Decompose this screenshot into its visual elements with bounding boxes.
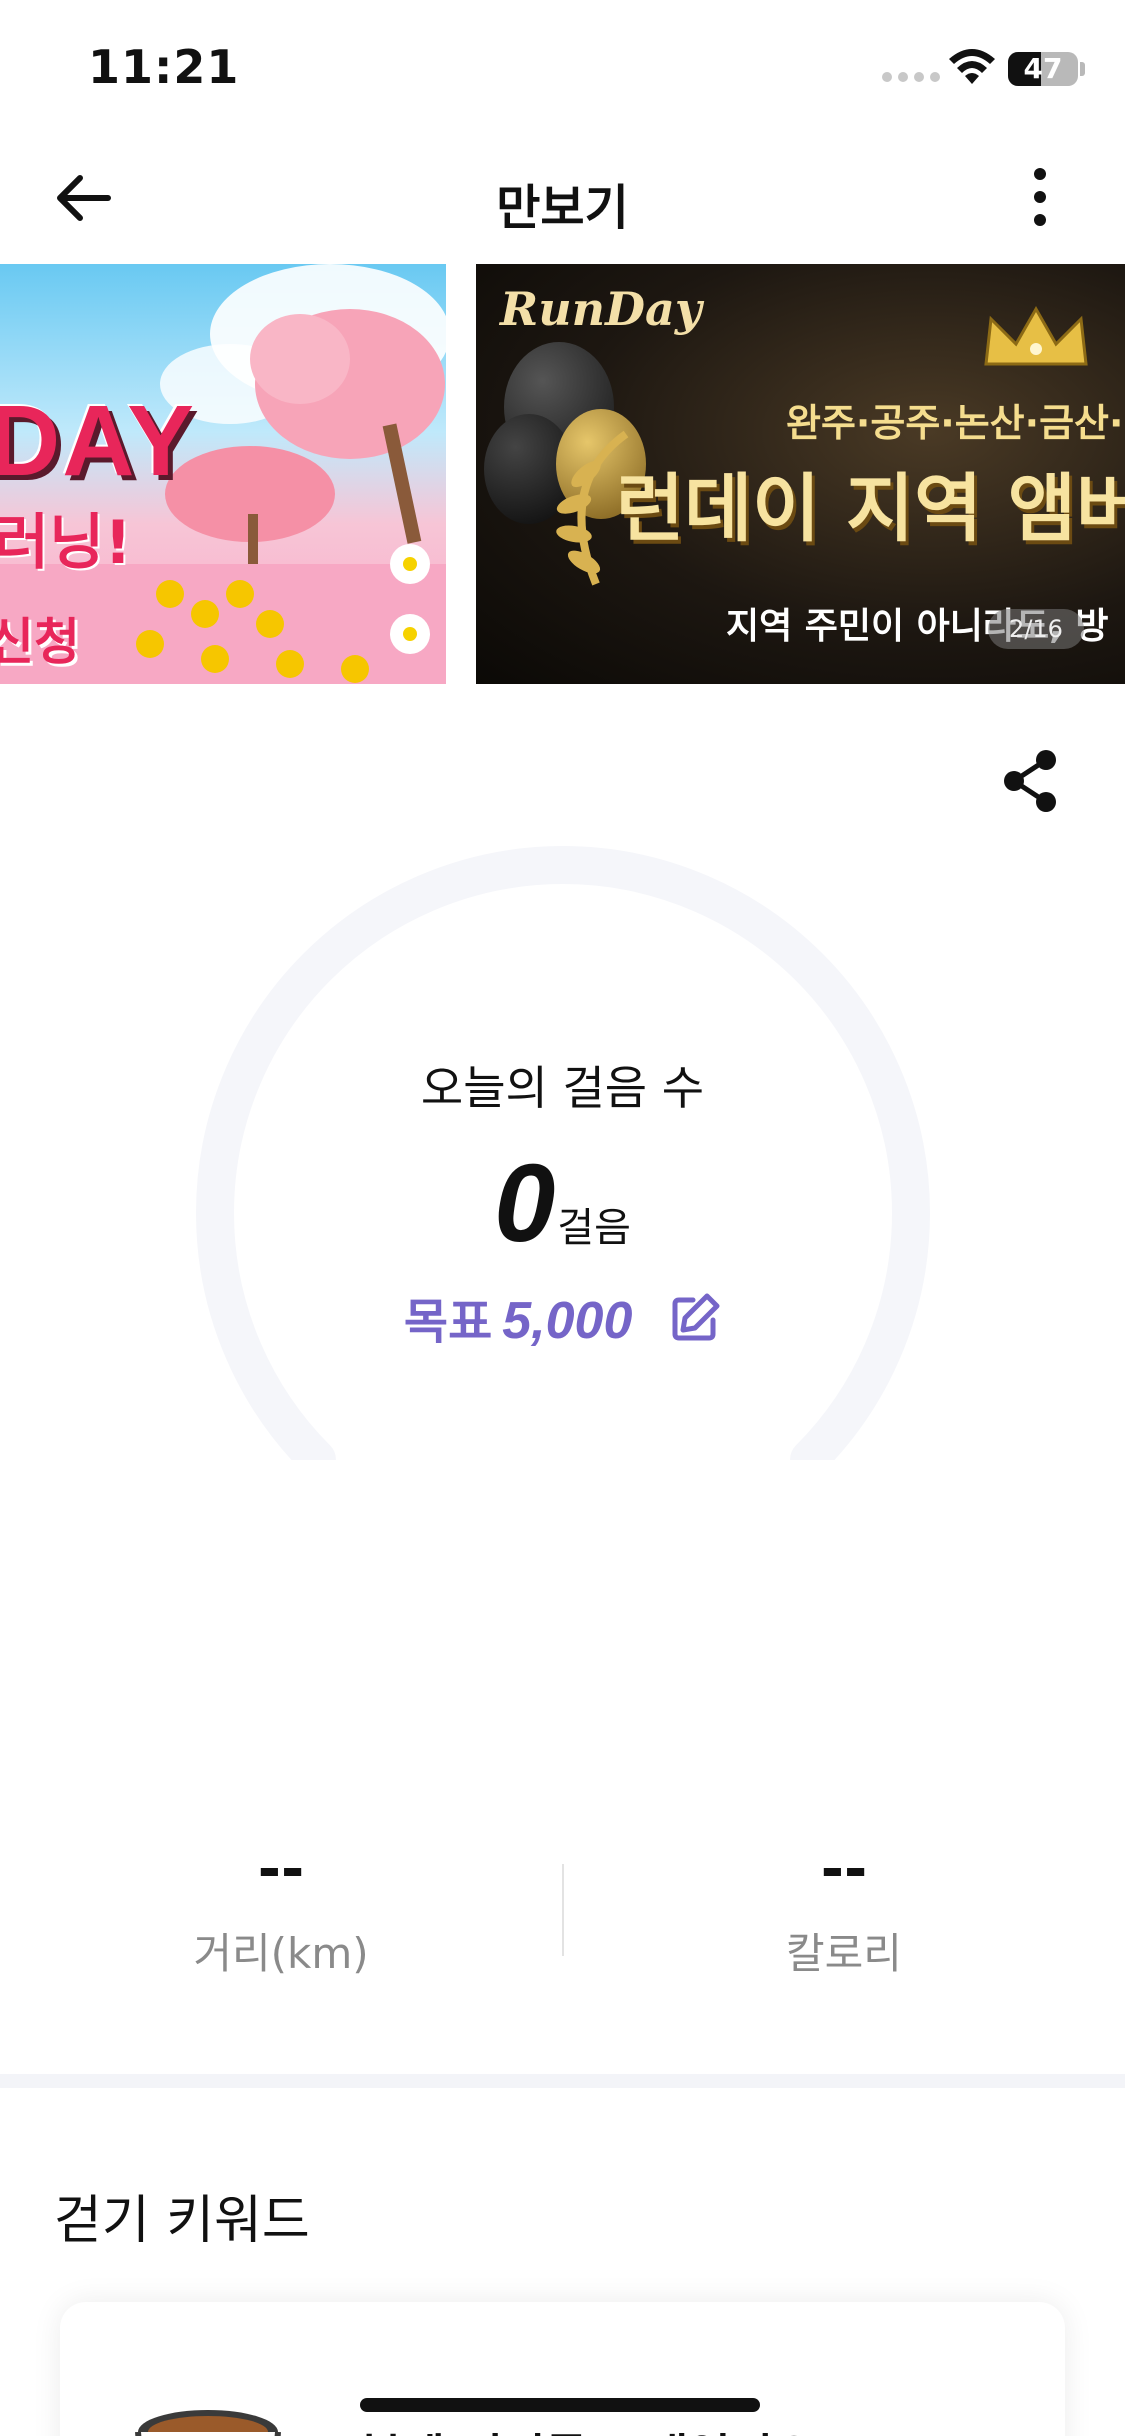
keyword-card[interactable]: 봄에 피어를 보내었어요 xyxy=(60,2302,1065,2436)
calories-value: -- xyxy=(820,1837,868,1902)
status-time: 11:21 xyxy=(88,40,240,94)
battery-level: 47 xyxy=(1023,52,1063,85)
wifi-icon xyxy=(949,49,995,84)
goal-display: 목표 5,000 xyxy=(0,1282,1125,1352)
banner-runday-ambassador[interactable]: RunDay 완주·공주·논산·금산· 런데이 지역 앰버 지역 주민이 아니라… xyxy=(476,264,1125,684)
distance-stat: -- 거리(km) xyxy=(0,1840,562,1981)
banner-left-line3: 신청 xyxy=(0,613,80,671)
distance-label: 거리(km) xyxy=(193,1929,369,1978)
runday-logo: RunDay xyxy=(500,282,702,336)
banner-left-line2: 러닝! xyxy=(0,508,132,578)
goal-value: 5,000 xyxy=(502,1292,633,1350)
banner-page-counter: 2/16 xyxy=(988,609,1084,649)
coffee-cup-icon xyxy=(135,2410,281,2436)
cellular-signal-icon xyxy=(882,72,940,82)
section-divider xyxy=(0,2074,1125,2088)
card-title-bar xyxy=(360,2398,760,2412)
steps-count: 0 xyxy=(494,1142,556,1265)
goal-label: 목표 xyxy=(403,1294,493,1350)
edit-goal-button[interactable] xyxy=(669,1292,721,1344)
keyword-card-text: 봄에 피어를 보내었어요 xyxy=(360,2420,815,2436)
status-bar: 11:21 47 xyxy=(0,0,1125,130)
battery-cap xyxy=(1080,62,1085,76)
banner-left-line1: DAY xyxy=(0,385,196,497)
more-options-button[interactable] xyxy=(1020,164,1060,230)
walking-keyword-title: 걷기 키워드 xyxy=(54,2191,310,2251)
battery-icon: 47 xyxy=(1008,52,1078,86)
banner-right-title: 런데이 지역 앰버 xyxy=(616,466,1125,552)
page-title: 만보기 xyxy=(496,180,629,236)
calories-stat: -- 칼로리 xyxy=(563,1840,1125,1981)
crown-icon xyxy=(984,305,1088,366)
steps-unit: 걸음 xyxy=(557,1205,631,1251)
calories-label: 칼로리 xyxy=(786,1929,902,1978)
steps-display: 0걸음 xyxy=(0,1140,1125,1267)
banner-right-subtitle: 완주·공주·논산·금산· xyxy=(786,401,1124,445)
app-header: 만보기 xyxy=(0,130,1125,265)
share-button[interactable] xyxy=(998,746,1062,816)
today-steps-label: 오늘의 걸음 수 xyxy=(420,1061,705,1115)
distance-value: -- xyxy=(257,1837,305,1902)
banner-carousel[interactable]: DAY 러닝! 신청 RunDay 완주·공주·논산·금산· 런데이 지역 앰버… xyxy=(0,264,1125,684)
banner-runday-spring[interactable]: DAY 러닝! 신청 xyxy=(0,264,446,684)
